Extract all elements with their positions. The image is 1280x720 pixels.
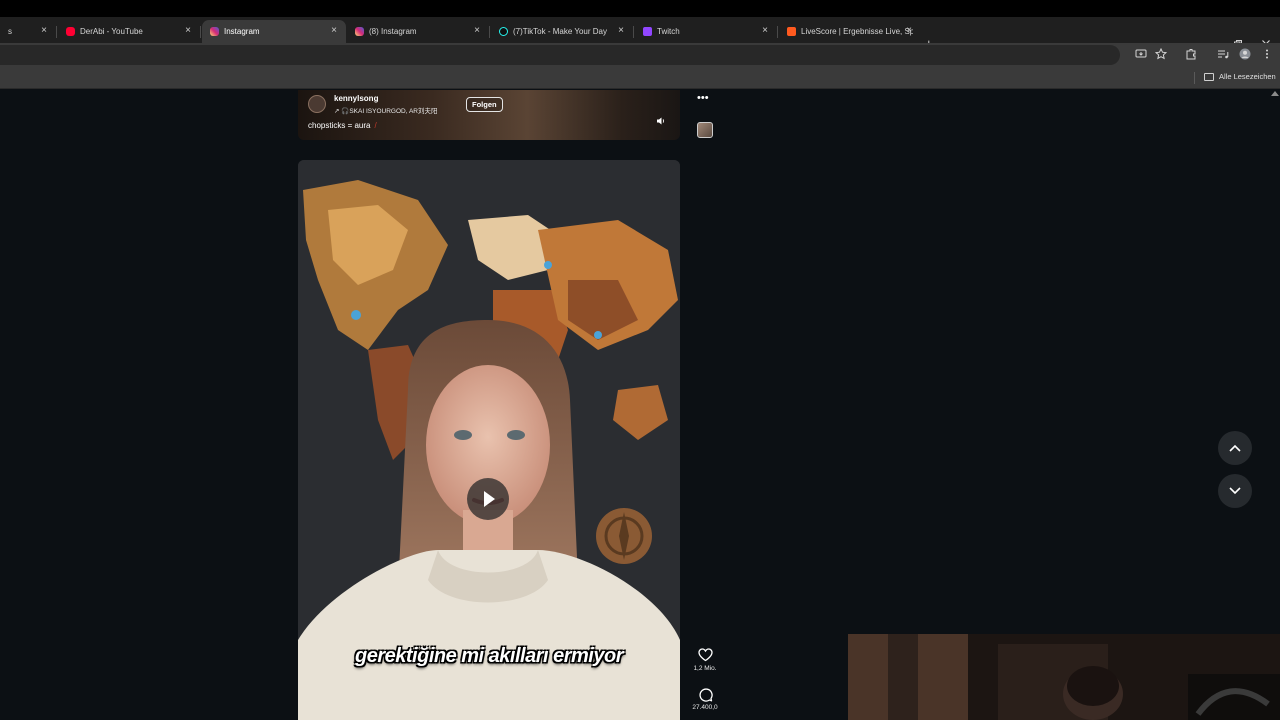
folder-icon <box>1204 72 1214 81</box>
close-tab-icon[interactable]: × <box>471 25 483 36</box>
twitch-icon <box>643 27 652 36</box>
media-controls-icon[interactable] <box>1216 48 1230 62</box>
tiktok-icon <box>499 27 508 36</box>
close-tab-icon[interactable]: × <box>182 25 194 36</box>
instagram-icon <box>355 27 364 36</box>
audio-track-label: ↗ 🎧SKAI ISYOURGOD, AR刘夫阳 <box>334 108 438 115</box>
extensions-icon[interactable] <box>1184 48 1198 62</box>
previous-reel-button[interactable] <box>1218 431 1252 465</box>
tab-title: (7)TikTok - Make Your Day <box>513 27 607 36</box>
instagram-icon <box>210 27 219 36</box>
comment-count: 27.400,0 <box>692 704 718 711</box>
close-tab-icon[interactable]: × <box>38 25 50 36</box>
tab-title: LiveScore | Ergebnisse Live, Sp... <box>801 27 913 36</box>
scrollbar-up-arrow[interactable] <box>1271 91 1279 96</box>
chevron-down-icon <box>1229 487 1241 495</box>
tab-title: (8) Instagram <box>369 27 417 36</box>
instagram-reels-page: kennylsong ↗ 🎧SKAI ISYOURGOD, AR刘夫阳 Folg… <box>0 90 1280 720</box>
previous-reel-card[interactable]: kennylsong ↗ 🎧SKAI ISYOURGOD, AR刘夫阳 Folg… <box>298 90 680 140</box>
tab-separator <box>633 26 634 38</box>
all-bookmarks-button[interactable]: Alle Lesezeichen <box>1204 72 1276 81</box>
all-bookmarks-label: Alle Lesezeichen <box>1219 72 1276 81</box>
livescore-icon <box>787 27 796 36</box>
webcam-frame <box>848 634 1280 720</box>
tab-partial[interactable]: s × <box>0 20 56 43</box>
speaker-icon[interactable] <box>655 116 667 128</box>
install-app-icon[interactable] <box>1134 48 1148 62</box>
reel-video-frame <box>298 160 680 720</box>
tab-separator <box>200 26 201 38</box>
follow-button[interactable]: Folgen <box>466 97 503 112</box>
comment-button[interactable]: 27.400,0 <box>690 687 720 711</box>
next-reel-button[interactable] <box>1218 474 1252 508</box>
like-button[interactable]: 1,2 Mio. <box>690 648 720 672</box>
tab-separator <box>56 26 57 38</box>
comment-icon <box>690 687 720 703</box>
heart-icon <box>690 648 720 664</box>
tab-title: Instagram <box>224 27 260 36</box>
video-subtitle: gerektiğine mi akılları ermiyor <box>355 645 623 667</box>
tab-separator <box>489 26 490 38</box>
tab-bar: s × DerAbi - YouTube × Instagram × (8) I… <box>0 17 1280 51</box>
tab-instagram-8[interactable]: (8) Instagram × <box>347 20 489 43</box>
close-tab-icon[interactable]: × <box>615 25 627 36</box>
webcam-overlay <box>848 634 1280 720</box>
tab-twitch[interactable]: Twitch × <box>635 20 777 43</box>
tab-tiktok[interactable]: (7)TikTok - Make Your Day × <box>491 20 633 43</box>
audio-track[interactable]: ↗ 🎧SKAI ISYOURGOD, AR刘夫阳 <box>334 105 437 115</box>
original-audio-thumbnail[interactable] <box>697 122 713 138</box>
avatar[interactable] <box>308 95 326 113</box>
close-tab-icon[interactable]: × <box>328 25 340 36</box>
close-tab-icon[interactable]: × <box>759 25 771 36</box>
like-count: 1,2 Mio. <box>693 665 717 672</box>
bookmarks-separator <box>1194 72 1195 84</box>
youtube-icon <box>66 27 75 36</box>
bookmark-star-icon[interactable] <box>1154 47 1168 62</box>
bookmarks-bar: Alle Lesezeichen <box>0 67 1280 89</box>
close-tab-icon[interactable]: × <box>903 25 915 36</box>
more-options-icon[interactable]: ••• <box>697 92 709 104</box>
tab-separator <box>777 26 778 38</box>
chevron-up-icon <box>1229 444 1241 452</box>
browser-menu-icon[interactable] <box>1260 48 1274 62</box>
play-button[interactable] <box>467 478 509 520</box>
tab-livescore[interactable]: LiveScore | Ergebnisse Live, Sp... × <box>779 20 921 43</box>
reel-video[interactable]: gerektiğine mi akılları ermiyor <box>298 160 680 720</box>
window-top-strip <box>0 0 1280 17</box>
tab-title: Twitch <box>657 27 680 36</box>
address-bar[interactable] <box>0 45 1120 65</box>
caption-suffix: / <box>374 121 377 130</box>
tab-instagram-active[interactable]: Instagram × <box>202 20 346 43</box>
profile-avatar-icon[interactable] <box>1238 48 1252 62</box>
username[interactable]: kennylsong <box>334 94 378 103</box>
tab-title: DerAbi - YouTube <box>80 27 143 36</box>
caption-text: chopsticks = aura <box>308 121 371 130</box>
browser-toolbar <box>0 43 1280 67</box>
tab-youtube[interactable]: DerAbi - YouTube × <box>58 20 200 43</box>
caption: chopsticks = aura / <box>308 121 377 130</box>
